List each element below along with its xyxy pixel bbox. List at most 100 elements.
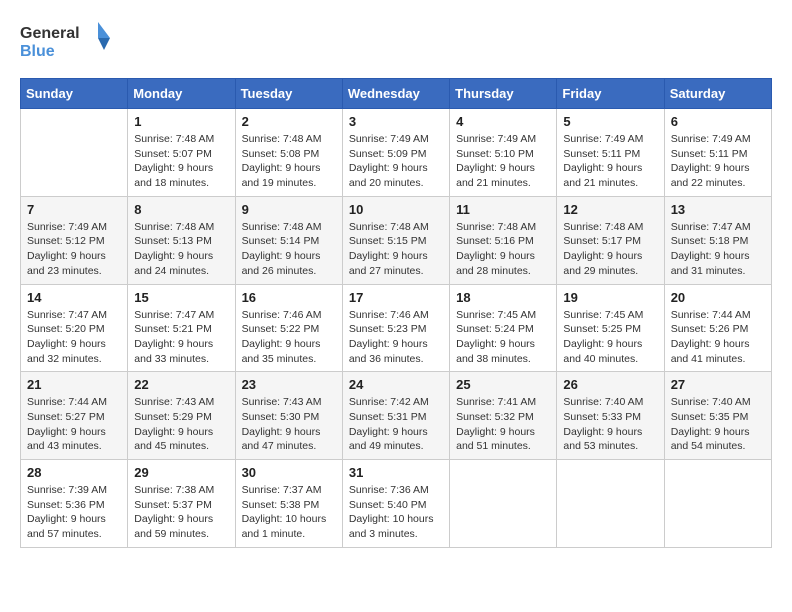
day-number: 22 [134,377,228,392]
calendar-cell: 27Sunrise: 7:40 AMSunset: 5:35 PMDayligh… [664,372,771,460]
calendar-cell: 11 Sunrise: 7:48 AMSunset: 5:16 PMDayligh… [450,196,557,284]
day-info: Sunrise: 7:39 AMSunset: 5:36 PMDaylight:… [27,483,121,542]
calendar-cell: 3 Sunrise: 7:49 AMSunset: 5:09 PMDaylight… [342,109,449,197]
weekday-header-thursday: Thursday [450,79,557,109]
day-info: Sunrise: 7:49 AMSunset: 5:12 PMDaylight:… [27,220,121,279]
day-info: Sunrise: 7:37 AMSunset: 5:38 PMDaylight:… [242,483,336,542]
calendar-cell: 25 Sunrise: 7:41 AMSunset: 5:32 PMDayligh… [450,372,557,460]
calendar-cell: 23 Sunrise: 7:43 AMSunset: 5:30 PMDayligh… [235,372,342,460]
calendar-cell: 22Sunrise: 7:43 AMSunset: 5:29 PMDayligh… [128,372,235,460]
calendar-cell: 28Sunrise: 7:39 AMSunset: 5:36 PMDayligh… [21,460,128,548]
calendar-cell: 19 Sunrise: 7:45 AMSunset: 5:25 PMDayligh… [557,284,664,372]
day-info: Sunrise: 7:46 AMSunset: 5:23 PMDaylight:… [349,308,443,367]
week-row-1: 1 Sunrise: 7:48 AMSunset: 5:07 PMDaylight… [21,109,772,197]
calendar-cell: 12 Sunrise: 7:48 AMSunset: 5:17 PMDayligh… [557,196,664,284]
calendar-cell: 24 Sunrise: 7:42 AMSunset: 5:31 PMDayligh… [342,372,449,460]
day-info: Sunrise: 7:48 AMSunset: 5:14 PMDaylight:… [242,220,336,279]
day-number: 3 [349,114,443,129]
calendar-cell: 13Sunrise: 7:47 AMSunset: 5:18 PMDayligh… [664,196,771,284]
day-info: Sunrise: 7:36 AMSunset: 5:40 PMDaylight:… [349,483,443,542]
day-number: 21 [27,377,121,392]
day-number: 12 [563,202,657,217]
calendar-cell: 6 Sunrise: 7:49 AMSunset: 5:11 PMDaylight… [664,109,771,197]
day-info: Sunrise: 7:45 AMSunset: 5:24 PMDaylight:… [456,308,550,367]
day-number: 20 [671,290,765,305]
calendar-cell: 4Sunrise: 7:49 AMSunset: 5:10 PMDaylight… [450,109,557,197]
calendar: SundayMondayTuesdayWednesdayThursdayFrid… [20,78,772,548]
day-info: Sunrise: 7:44 AMSunset: 5:26 PMDaylight:… [671,308,765,367]
day-number: 9 [242,202,336,217]
day-number: 2 [242,114,336,129]
day-info: Sunrise: 7:40 AMSunset: 5:35 PMDaylight:… [671,395,765,454]
day-info: Sunrise: 7:48 AMSunset: 5:07 PMDaylight:… [134,132,228,191]
calendar-cell [21,109,128,197]
calendar-cell: 30 Sunrise: 7:37 AMSunset: 5:38 PMDayligh… [235,460,342,548]
day-info: Sunrise: 7:47 AMSunset: 5:20 PMDaylight:… [27,308,121,367]
day-info: Sunrise: 7:49 AMSunset: 5:11 PMDaylight:… [671,132,765,191]
day-info: Sunrise: 7:49 AMSunset: 5:09 PMDaylight:… [349,132,443,191]
calendar-cell [450,460,557,548]
day-number: 13 [671,202,765,217]
day-number: 18 [456,290,550,305]
calendar-cell: 21 Sunrise: 7:44 AMSunset: 5:27 PMDayligh… [21,372,128,460]
day-number: 5 [563,114,657,129]
day-info: Sunrise: 7:48 AMSunset: 5:08 PMDaylight:… [242,132,336,191]
day-number: 1 [134,114,228,129]
calendar-cell: 26Sunrise: 7:40 AMSunset: 5:33 PMDayligh… [557,372,664,460]
day-info: Sunrise: 7:38 AMSunset: 5:37 PMDaylight:… [134,483,228,542]
day-info: Sunrise: 7:42 AMSunset: 5:31 PMDaylight:… [349,395,443,454]
day-info: Sunrise: 7:47 AMSunset: 5:21 PMDaylight:… [134,308,228,367]
day-info: Sunrise: 7:41 AMSunset: 5:32 PMDaylight:… [456,395,550,454]
calendar-cell [557,460,664,548]
calendar-cell [664,460,771,548]
calendar-cell: 16 Sunrise: 7:46 AMSunset: 5:22 PMDayligh… [235,284,342,372]
day-info: Sunrise: 7:44 AMSunset: 5:27 PMDaylight:… [27,395,121,454]
day-number: 11 [456,202,550,217]
day-number: 16 [242,290,336,305]
day-number: 17 [349,290,443,305]
day-info: Sunrise: 7:48 AMSunset: 5:13 PMDaylight:… [134,220,228,279]
svg-text:Blue: Blue [20,43,55,60]
day-number: 19 [563,290,657,305]
calendar-cell: 29 Sunrise: 7:38 AMSunset: 5:37 PMDayligh… [128,460,235,548]
week-row-5: 28Sunrise: 7:39 AMSunset: 5:36 PMDayligh… [21,460,772,548]
header: GeneralBlue [20,20,772,62]
day-number: 23 [242,377,336,392]
calendar-cell: 31 Sunrise: 7:36 AMSunset: 5:40 PMDayligh… [342,460,449,548]
calendar-cell: 10 Sunrise: 7:48 AMSunset: 5:15 PMDayligh… [342,196,449,284]
weekday-header-wednesday: Wednesday [342,79,449,109]
day-number: 25 [456,377,550,392]
weekday-header-sunday: Sunday [21,79,128,109]
day-number: 14 [27,290,121,305]
day-number: 8 [134,202,228,217]
weekday-header-row: SundayMondayTuesdayWednesdayThursdayFrid… [21,79,772,109]
week-row-4: 21 Sunrise: 7:44 AMSunset: 5:27 PMDayligh… [21,372,772,460]
calendar-cell: 18 Sunrise: 7:45 AMSunset: 5:24 PMDayligh… [450,284,557,372]
day-number: 29 [134,465,228,480]
calendar-cell: 15Sunrise: 7:47 AMSunset: 5:21 PMDayligh… [128,284,235,372]
day-info: Sunrise: 7:49 AMSunset: 5:11 PMDaylight:… [563,132,657,191]
day-number: 4 [456,114,550,129]
day-info: Sunrise: 7:48 AMSunset: 5:15 PMDaylight:… [349,220,443,279]
logo: GeneralBlue [20,20,120,62]
day-number: 10 [349,202,443,217]
day-number: 24 [349,377,443,392]
day-number: 6 [671,114,765,129]
day-info: Sunrise: 7:43 AMSunset: 5:30 PMDaylight:… [242,395,336,454]
calendar-cell: 20 Sunrise: 7:44 AMSunset: 5:26 PMDayligh… [664,284,771,372]
day-info: Sunrise: 7:46 AMSunset: 5:22 PMDaylight:… [242,308,336,367]
day-number: 31 [349,465,443,480]
weekday-header-tuesday: Tuesday [235,79,342,109]
day-number: 30 [242,465,336,480]
day-info: Sunrise: 7:48 AMSunset: 5:17 PMDaylight:… [563,220,657,279]
week-row-2: 7 Sunrise: 7:49 AMSunset: 5:12 PMDaylight… [21,196,772,284]
day-number: 7 [27,202,121,217]
weekday-header-saturday: Saturday [664,79,771,109]
day-info: Sunrise: 7:45 AMSunset: 5:25 PMDaylight:… [563,308,657,367]
calendar-cell: 17 Sunrise: 7:46 AMSunset: 5:23 PMDayligh… [342,284,449,372]
calendar-cell: 2 Sunrise: 7:48 AMSunset: 5:08 PMDaylight… [235,109,342,197]
calendar-cell: 7 Sunrise: 7:49 AMSunset: 5:12 PMDaylight… [21,196,128,284]
day-info: Sunrise: 7:48 AMSunset: 5:16 PMDaylight:… [456,220,550,279]
logo-svg: GeneralBlue [20,20,120,62]
day-number: 26 [563,377,657,392]
